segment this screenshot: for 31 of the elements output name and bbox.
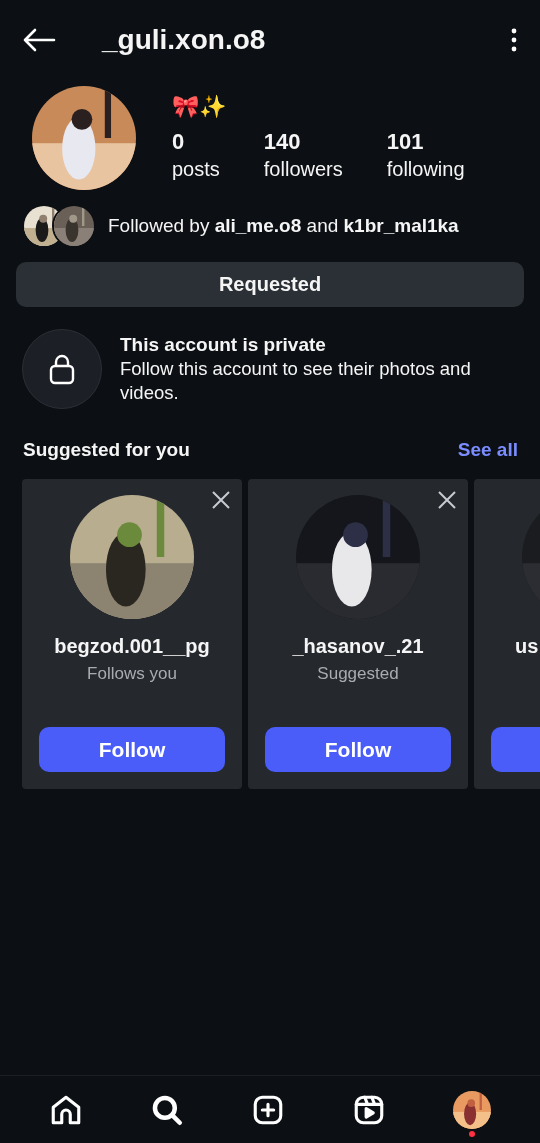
- suggestion-reason: Follows you: [87, 664, 177, 684]
- close-icon: [438, 491, 456, 509]
- stat-count: 0: [172, 128, 186, 156]
- back-arrow-icon: [22, 27, 56, 53]
- close-icon: [212, 491, 230, 509]
- stat-label: followers: [263, 157, 343, 182]
- suggestion-username: begzod.001__pg: [54, 635, 210, 658]
- suggestion-username: us: [515, 635, 539, 658]
- followed-by-text: Followed by ali_me.o8 and k1br_mal1ka: [108, 215, 459, 237]
- more-icon: [510, 28, 518, 52]
- profile-username: _guli.xon.o8: [102, 24, 267, 56]
- private-title: This account is private: [120, 333, 327, 357]
- private-description: Follow this account to see their photos and videos.: [120, 357, 472, 405]
- stat-label: following: [386, 157, 465, 182]
- close-button[interactable]: [438, 491, 456, 509]
- suggestion-reason: Suggested: [317, 664, 399, 684]
- requested-button[interactable]: Requested: [16, 262, 524, 307]
- stat-count: 101: [386, 128, 425, 156]
- back-button[interactable]: [22, 27, 56, 53]
- section-title: Suggested for you: [23, 439, 190, 461]
- bio-text: 🎀✨: [172, 94, 227, 120]
- suggestion-username: _hasanov_.21: [292, 635, 424, 658]
- close-button[interactable]: [212, 491, 230, 509]
- follow-button[interactable]: Follow: [39, 727, 225, 772]
- stat-label: posts: [172, 157, 220, 182]
- more-button[interactable]: [510, 28, 518, 52]
- stat-count: 140: [263, 128, 302, 156]
- notification-dot: [468, 1130, 475, 1137]
- follow-button[interactable]: Follow: [265, 727, 451, 772]
- see-all-link[interactable]: See all: [457, 439, 518, 461]
- lock-icon: [49, 353, 75, 385]
